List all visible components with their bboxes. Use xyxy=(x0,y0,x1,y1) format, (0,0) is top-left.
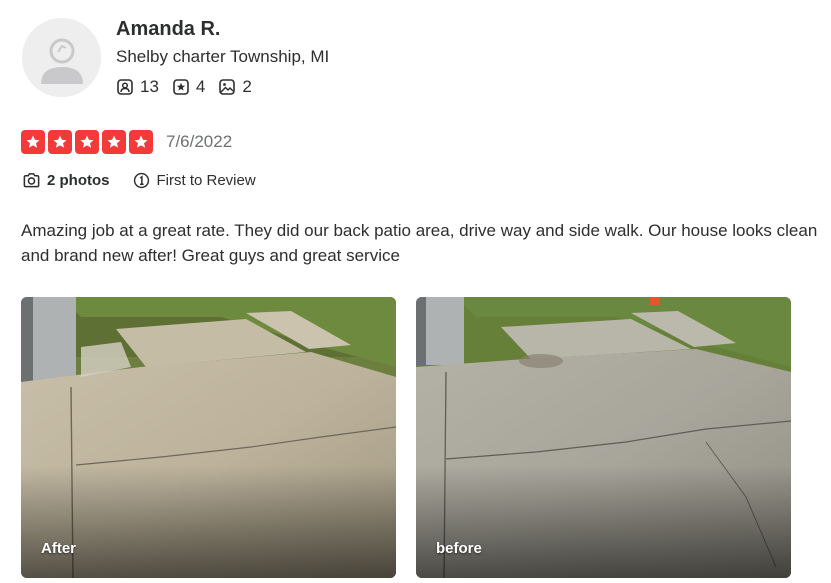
default-user-avatar-icon xyxy=(22,18,101,97)
star-icon xyxy=(102,130,126,154)
photos-stat: 2 xyxy=(218,77,252,97)
photo-icon xyxy=(219,79,236,95)
rating-row: 7/6/2022 xyxy=(21,130,232,154)
patio-before-photo xyxy=(416,297,791,578)
reviewer-location: Shelby charter Township, MI xyxy=(116,47,330,66)
avatar[interactable] xyxy=(22,18,101,97)
star-icon xyxy=(48,130,72,154)
review-text: Amazing job at a great rate. They did ou… xyxy=(21,221,818,265)
review-date: 7/6/2022 xyxy=(166,132,233,151)
star-icon xyxy=(129,130,153,154)
photos-link[interactable]: 2 photos xyxy=(22,171,110,190)
reviews-stat: 4 xyxy=(172,77,205,97)
review-photo[interactable]: before xyxy=(416,297,791,578)
friends-stat: 13 xyxy=(116,77,159,97)
photos-count: 2 xyxy=(242,77,252,96)
reviews-count: 4 xyxy=(195,77,206,96)
photo-caption: After xyxy=(41,540,77,557)
photos-link-label: 2 photos xyxy=(47,172,110,189)
reviewer-stats: 13 4 2 xyxy=(116,77,265,97)
review-meta: 2 photos First to Review xyxy=(22,171,278,190)
first-review-badge-icon xyxy=(133,172,149,189)
first-to-review-badge: First to Review xyxy=(132,171,256,190)
friends-count: 13 xyxy=(140,77,159,96)
friends-icon xyxy=(117,79,133,95)
first-to-review-label: First to Review xyxy=(156,172,256,189)
review-photo[interactable]: After xyxy=(21,297,396,578)
patio-after-photo xyxy=(21,297,396,578)
camera-icon xyxy=(23,173,40,188)
review-star-icon xyxy=(173,79,189,95)
photo-caption: before xyxy=(436,540,482,557)
star-rating xyxy=(21,130,156,154)
star-icon xyxy=(21,130,45,154)
star-icon xyxy=(75,130,99,154)
reviewer-name[interactable]: Amanda R. xyxy=(116,18,220,41)
